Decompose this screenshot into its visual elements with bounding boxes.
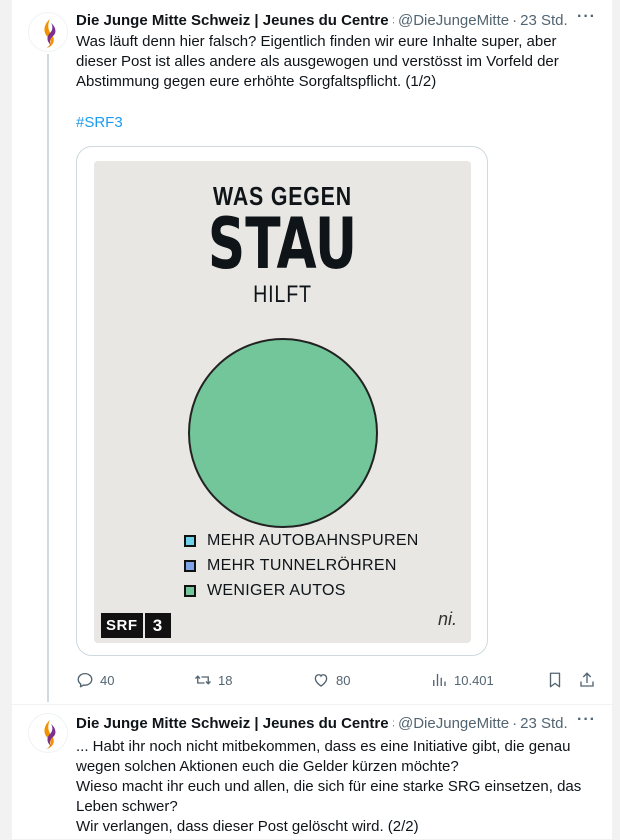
tweet-header: Die Junge Mitte Schweiz | Jeunes du Cent… [76,8,600,30]
tweet-1[interactable]: Die Junge Mitte Schweiz | Jeunes du Cent… [12,0,612,702]
reply-button[interactable]: 40 [76,668,114,692]
timestamp[interactable]: 23 Std. [520,12,568,29]
like-count: 80 [336,672,351,688]
pie-legend: MEHR AUTOBAHNSPUREN MEHR TUNNELRÖHREN WE… [184,528,419,603]
tweet-text: ... Habt ihr noch nicht mitbekommen, das… [76,738,582,835]
tweet-header: Die Junge Mitte Schweiz | Jeunes du Cent… [76,711,600,733]
legend-label: WENIGER AUTOS [207,581,346,599]
view-count: 10.401 [454,672,494,688]
cartoon-poster: WAS GEGEN STAU HILFT MEHR AUTOBAHNSPUREN… [94,161,471,643]
author-name[interactable]: Die Junge Mitte Schweiz | Jeunes du Cent… [76,715,394,732]
poster-title-bottom: HILFT [253,281,312,308]
tweet-2[interactable]: Die Junge Mitte Schweiz | Jeunes du Cent… [12,704,612,840]
srf3-logo: SRF 3 [101,613,171,638]
avatar[interactable] [28,12,68,52]
party-logo-icon [44,720,56,749]
hashtag-link[interactable]: #SRF3 [76,114,123,131]
author-name[interactable]: Die Junge Mitte Schweiz | Jeunes du Cent… [76,12,394,29]
reply-count: 40 [100,672,115,688]
retweet-count: 18 [218,672,233,688]
share-icon [580,672,594,687]
pie-chart [188,338,378,528]
bookmark-icon [549,672,561,688]
thread-connector [47,54,49,702]
separator-dot: · [512,714,518,732]
tweet-actions: 40 18 80 10.401 [76,668,606,692]
reply-icon [77,672,93,688]
more-options-icon[interactable]: ··· [577,711,596,729]
legend-item-autobahnspuren: MEHR AUTOBAHNSPUREN [184,528,419,553]
artist-signature: ni. [437,609,457,629]
srf-logo-channel: 3 [144,613,171,638]
tweet-text: Was läuft denn hier falsch? Eigentlich f… [76,33,563,90]
bookmark-button[interactable] [546,668,570,692]
timeline: Die Junge Mitte Schweiz | Jeunes du Cent… [12,0,612,839]
author-handle[interactable]: @DieJungeMitte [398,12,509,29]
poster-title-main: STAU [207,203,358,285]
legend-swatch [184,534,196,547]
party-logo-icon [44,19,56,48]
share-button[interactable] [578,668,602,692]
avatar[interactable] [28,713,68,753]
legend-item-tunnelroehren: MEHR TUNNELRÖHREN [184,553,419,578]
legend-label: MEHR TUNNELRÖHREN [207,556,397,574]
timestamp[interactable]: 23 Std. [520,715,568,732]
legend-item-weniger-autos: WENIGER AUTOS [184,578,419,603]
legend-swatch [184,584,196,597]
pie-slice-weniger-autos [188,338,378,528]
legend-swatch [184,559,196,572]
views-chart-icon [433,674,446,686]
like-button[interactable]: 80 [312,668,350,692]
heart-icon [314,674,328,687]
retweet-icon [195,675,211,685]
more-options-icon[interactable]: ··· [577,8,596,26]
author-handle[interactable]: @DieJungeMitte [398,715,509,732]
tweet-image[interactable]: WAS GEGEN STAU HILFT MEHR AUTOBAHNSPUREN… [76,146,488,656]
srf-logo-text: SRF [101,613,143,638]
legend-label: MEHR AUTOBAHNSPUREN [207,531,419,549]
views-button[interactable]: 10.401 [430,668,494,692]
retweet-button[interactable]: 18 [194,668,232,692]
separator-dot: · [512,11,518,29]
